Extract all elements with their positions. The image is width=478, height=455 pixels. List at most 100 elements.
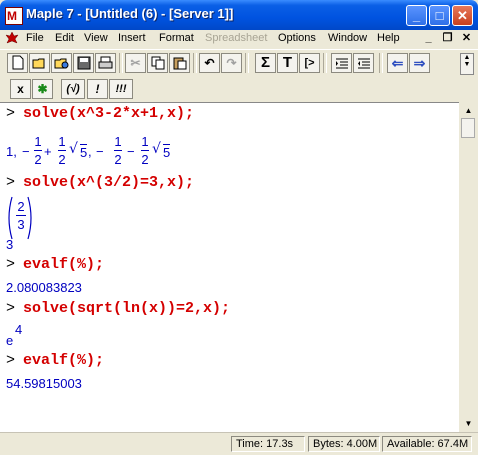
maple-command[interactable]: solve(sqrt(ln(x))=2,x); [23,300,230,317]
menu-format[interactable]: Format [159,32,194,44]
indent-icon [335,58,348,69]
print-button[interactable] [95,53,116,73]
insert-prompt-button[interactable]: [> [299,53,320,73]
menu-bar: File Edit View Insert Format Spreadsheet… [0,30,478,48]
vertical-scrollbar[interactable]: ▲ ▼ [459,102,478,432]
menu-spreadsheet[interactable]: Spreadsheet [205,32,267,44]
sum-button[interactable]: Σ [255,53,276,73]
cut-button[interactable]: ✂ [125,53,146,73]
output-text: + [44,144,52,159]
input-line-5[interactable]: > evalf(%); [6,351,104,369]
menu-file[interactable]: File [26,32,44,44]
undo-button[interactable]: ↶ [199,53,220,73]
open-folder-icon [32,58,45,69]
output-text: , [88,144,92,159]
paste-button[interactable] [169,53,190,73]
scroll-down-arrow[interactable]: ▼ [461,416,476,431]
open-url-button[interactable] [51,53,72,73]
toolbar-separator [245,53,249,73]
denominator: 3 [17,217,25,232]
text-mode-button[interactable]: T [277,53,298,73]
output-4: e 4 [0,319,459,348]
output-2: 23 3 [0,191,459,252]
menu-window[interactable]: Window [328,32,367,44]
numerator: 1 [34,134,42,149]
toolbar-separator [323,53,327,73]
execute-all-button[interactable]: !!! [109,79,133,99]
fraction: 12 [114,134,122,167]
denominator: 2 [114,152,122,167]
mdi-minimize-button[interactable]: _ [421,31,436,45]
minimize-button[interactable]: _ [406,5,427,26]
maple-leaf-icon[interactable] [5,31,19,45]
fraction: 12 [141,134,149,167]
exponent: 3 [6,237,14,252]
close-button[interactable]: ✕ [452,5,473,26]
prompt-marker: > [6,352,16,369]
status-bytes: Bytes: 4.00M [308,436,380,452]
forward-button[interactable]: ⇒ [409,53,430,73]
maximize-button[interactable]: □ [429,5,450,26]
copy-button[interactable] [147,53,168,73]
maple-command[interactable]: evalf(%); [23,256,104,273]
status-bar: Time: 17.3s Bytes: 4.00M Available: 67.4… [0,432,478,455]
numerator: 1 [114,134,122,149]
numerator: 1 [58,134,66,149]
output-1: 1, − 12 + 12 √ 5 , − 12 − 12 √ 5 [0,129,459,173]
outdent-button[interactable] [353,53,374,73]
menu-help[interactable]: Help [377,32,400,44]
output-3: 2.080083823 [6,280,82,295]
indent-button[interactable] [331,53,352,73]
window-title: Maple 7 - [Untitled (6) - [Server 1]] [26,6,234,21]
open-url-icon [54,58,69,69]
toolbar-scroll-arrows[interactable]: ▲ ▼ [460,53,474,75]
maple-app-icon[interactable]: M [5,7,23,25]
prompt-marker: > [6,105,16,122]
input-line-1[interactable]: > solve(x^3-2*x+1,x); [6,104,194,122]
denominator: 2 [141,152,149,167]
mdi-restore-button[interactable]: ❐ [440,31,455,45]
mdi-close-button[interactable]: ✕ [459,31,474,45]
fraction: 12 [58,134,66,167]
maple-leaf-button[interactable]: ✱ [32,79,53,99]
output-text: − [96,144,104,159]
menu-insert[interactable]: Insert [118,32,146,44]
math-mode-x-button[interactable]: x [10,79,31,99]
prompt-marker: > [6,174,16,191]
worksheet-area[interactable]: > solve(x^3-2*x+1,x); 1, − 12 + 12 √ 5 , … [0,102,459,433]
toolbar-separator [379,53,383,73]
save-disk-icon [77,56,90,70]
expression-button[interactable]: (√) [61,79,85,99]
scroll-thumb[interactable] [461,118,475,138]
output-text: 1, [6,144,17,159]
open-button[interactable] [29,53,50,73]
status-available: Available: 67.4M [382,436,472,452]
menu-view[interactable]: View [84,32,108,44]
maple-command[interactable]: solve(x^3-2*x+1,x); [23,105,194,122]
denominator: 2 [34,152,42,167]
radicand: 5 [163,144,171,160]
save-button[interactable] [73,53,94,73]
back-button[interactable]: ⇐ [387,53,408,73]
output-text: − [22,144,30,159]
execute-button[interactable]: ! [87,79,108,99]
prompt-marker: > [6,256,16,273]
input-line-2[interactable]: > solve(x^(3/2)=3,x); [6,173,194,191]
menu-edit[interactable]: Edit [55,32,74,44]
denominator: 2 [58,152,66,167]
toolbar-separator [193,53,197,73]
input-line-4[interactable]: > solve(sqrt(ln(x))=2,x); [6,299,230,317]
maple-command[interactable]: evalf(%); [23,352,104,369]
scroll-up-arrow[interactable]: ▲ [461,103,476,118]
printer-icon [98,56,113,69]
exponent: 4 [15,322,23,337]
new-document-button[interactable] [7,53,28,73]
maple-command[interactable]: solve(x^(3/2)=3,x); [23,174,194,191]
sqrt-symbol: √ [69,141,78,157]
input-line-3[interactable]: > evalf(%); [6,255,104,273]
copy-icon [151,56,164,70]
menu-options[interactable]: Options [278,32,316,44]
toolbar-separator [119,53,123,73]
redo-button[interactable]: ↷ [221,53,242,73]
output-5: 54.59815003 [6,376,82,391]
